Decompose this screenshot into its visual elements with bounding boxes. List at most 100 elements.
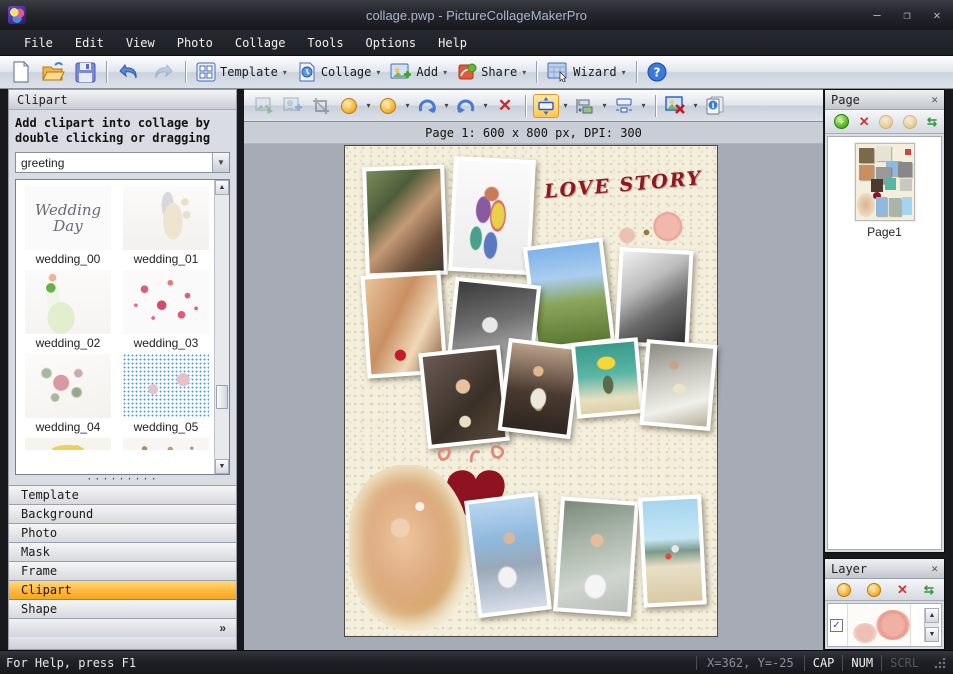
remove-photo-button[interactable] (663, 94, 689, 118)
add-page-button[interactable]: + (834, 114, 849, 129)
menu-photo[interactable]: Photo (167, 33, 223, 53)
layer-list-item[interactable]: ✓ ▲ ▼ (828, 604, 941, 646)
clipart-category-select[interactable]: greeting ▼ (15, 152, 230, 173)
distribute-button[interactable] (611, 94, 637, 118)
properties-button[interactable]: i (702, 94, 728, 118)
refresh-layers-button[interactable]: ⇆ (924, 583, 932, 597)
photo-yellow-shirt-beach[interactable] (571, 337, 644, 418)
send-backward-button[interactable]: ↓ (375, 94, 401, 118)
layer-down-button[interactable]: ↓ (867, 583, 881, 597)
delete-layer-button[interactable]: ✕ (897, 582, 908, 598)
close-button[interactable]: ✕ (929, 9, 945, 21)
move-page-down-button[interactable]: ↓ (903, 115, 917, 129)
accordion-item-photo[interactable]: Photo (9, 524, 236, 543)
menu-collage[interactable]: Collage (225, 33, 296, 53)
photo-bride-looking-down[interactable] (418, 345, 509, 449)
minimize-button[interactable]: – (869, 9, 885, 21)
photo-couple-mountain-kiss[interactable] (465, 492, 553, 618)
chevron-down-icon[interactable]: ▼ (212, 153, 229, 172)
align-dropdown[interactable]: ▾ (561, 101, 570, 110)
help-button[interactable]: ? (642, 60, 672, 84)
swap-photo-button[interactable] (252, 94, 278, 118)
layer-visibility-checkbox[interactable]: ✓ (830, 619, 843, 632)
clipart-item-partial[interactable] (120, 438, 212, 475)
clipart-item-wedding-01[interactable]: wedding_01 (120, 186, 212, 270)
align-objects-button[interactable] (572, 94, 598, 118)
send-backward-dropdown[interactable]: ▾ (403, 101, 412, 110)
scrollbar-thumb[interactable] (216, 385, 228, 409)
accordion-item-frame[interactable]: Frame (9, 562, 236, 581)
rotate-ccw-dropdown[interactable]: ▾ (481, 101, 490, 110)
photo-bride-right[interactable] (639, 339, 717, 431)
accordion-item-shape[interactable]: Shape (9, 600, 236, 619)
new-button[interactable] (6, 59, 36, 85)
wizard-button[interactable]: Wizard ▾ (542, 60, 630, 84)
page-list-item[interactable]: Page1 (828, 137, 941, 239)
add-button[interactable]: Add ▾ (385, 60, 452, 84)
share-button[interactable]: Share ▾ (452, 60, 531, 84)
scroll-up-icon[interactable]: ▲ (215, 180, 229, 195)
collage-dropdown-arrow[interactable]: ▾ (376, 68, 380, 77)
menu-file[interactable]: File (14, 33, 63, 53)
collage-title-text[interactable]: LOVE STORY (544, 167, 704, 203)
redo-button[interactable] (146, 60, 180, 84)
photo-smiling-bride-veil[interactable] (553, 496, 639, 616)
crop-button[interactable] (308, 94, 334, 118)
template-dropdown-arrow[interactable]: ▾ (283, 68, 287, 77)
clipart-item-partial[interactable] (22, 438, 114, 475)
align-center-button-active[interactable] (533, 94, 559, 118)
photo-beach-walking-couple[interactable] (638, 495, 707, 608)
accordion-overflow-button[interactable]: » (9, 619, 236, 637)
bring-forward-button[interactable]: ↑ (336, 94, 362, 118)
open-button[interactable] (36, 59, 70, 85)
scroll-down-icon[interactable]: ▼ (215, 459, 229, 474)
resize-grip[interactable] (933, 656, 947, 670)
menu-edit[interactable]: Edit (65, 33, 114, 53)
menu-options[interactable]: Options (356, 33, 427, 53)
photo-kneeling-man-bw[interactable] (614, 247, 693, 349)
maximize-button[interactable]: ❐ (899, 9, 915, 21)
delete-page-button[interactable]: ✕ (859, 114, 870, 130)
canvas-workspace[interactable]: LOVE STORY (244, 144, 823, 650)
accordion-item-template[interactable]: Template (9, 486, 236, 505)
align-objects-dropdown[interactable]: ▾ (600, 101, 609, 110)
close-icon[interactable]: ✕ (931, 93, 938, 106)
refresh-pages-button[interactable]: ⇆ (927, 115, 935, 129)
accordion-item-mask[interactable]: Mask (9, 543, 236, 562)
photo-bride-bouquet[interactable] (498, 338, 581, 439)
rotate-ccw-button[interactable] (453, 94, 479, 118)
photo-blonde-bride-masked[interactable] (349, 465, 472, 632)
layer-up-button[interactable]: ↑ (837, 583, 851, 597)
accordion-item-background[interactable]: Background (9, 505, 236, 524)
clipart-item-wedding-02[interactable]: wedding_02 (22, 270, 114, 354)
photo-kissing-couple[interactable] (362, 164, 448, 277)
rotate-cw-button[interactable] (414, 94, 440, 118)
move-page-up-button[interactable]: ↑ (879, 115, 893, 129)
clipart-item-wedding-04[interactable]: wedding_04 (22, 354, 114, 438)
panel-splitter[interactable]: ········· (9, 475, 236, 485)
scroll-down-icon[interactable]: ▼ (925, 627, 939, 642)
clipart-item-wedding-00[interactable]: Wedding Day wedding_00 (22, 186, 114, 270)
collage-page[interactable]: LOVE STORY (344, 145, 718, 637)
undo-button[interactable] (112, 60, 146, 84)
wizard-dropdown-arrow[interactable]: ▾ (622, 68, 626, 77)
close-icon[interactable]: ✕ (931, 562, 938, 575)
share-dropdown-arrow[interactable]: ▾ (522, 68, 526, 77)
menu-view[interactable]: View (116, 33, 165, 53)
remove-photo-dropdown[interactable]: ▾ (691, 101, 700, 110)
clipart-scrollbar[interactable]: ▲ ▼ (214, 180, 229, 474)
rotate-cw-dropdown[interactable]: ▾ (442, 101, 451, 110)
bring-forward-dropdown[interactable]: ▾ (364, 101, 373, 110)
layer-scrollbar[interactable]: ▲ ▼ (924, 608, 939, 642)
menu-tools[interactable]: Tools (297, 33, 353, 53)
accordion-item-clipart-active[interactable]: Clipart (9, 581, 236, 600)
template-button[interactable]: Template ▾ (191, 60, 292, 84)
add-dropdown-arrow[interactable]: ▾ (443, 68, 447, 77)
clipart-item-wedding-05-selected[interactable]: wedding_05 (120, 354, 212, 438)
menu-help[interactable]: Help (428, 33, 477, 53)
delete-object-button[interactable]: ✕ (492, 94, 518, 118)
save-button[interactable] (70, 60, 101, 85)
clipart-item-wedding-03[interactable]: wedding_03 (120, 270, 212, 354)
collage-button[interactable]: Collage ▾ (292, 60, 386, 84)
distribute-dropdown[interactable]: ▾ (639, 101, 648, 110)
